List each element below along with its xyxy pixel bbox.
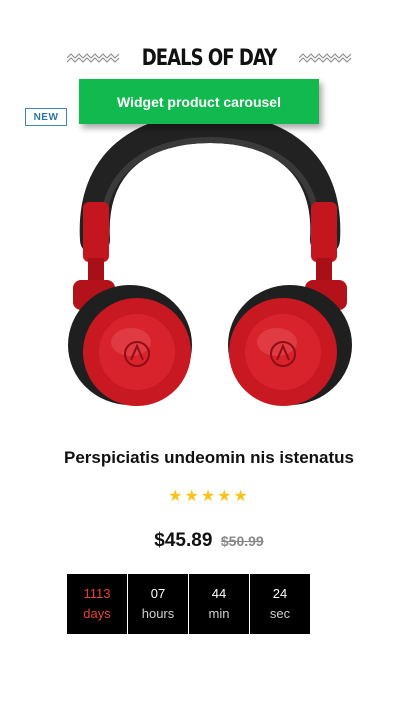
countdown-unit: min: [208, 606, 230, 621]
countdown-unit: hours: [141, 606, 175, 621]
rating-stars: ★★★★★: [168, 488, 250, 505]
section-title: DEALS OF DAY: [141, 45, 277, 71]
countdown-value: 07: [150, 586, 166, 601]
section-header: DEALS OF DAY: [0, 38, 418, 78]
product-image[interactable]: [55, 120, 365, 420]
wave-decoration-icon: [298, 53, 351, 63]
countdown-unit: sec: [269, 606, 291, 621]
countdown-value: 24: [272, 586, 288, 601]
countdown-minutes: 44 min: [189, 574, 249, 634]
countdown-seconds: 24 sec: [250, 574, 310, 634]
old-price: $50.99: [220, 533, 264, 549]
wave-decoration-icon: [67, 53, 120, 63]
countdown-value: 44: [211, 586, 227, 601]
current-price: $45.89: [154, 530, 213, 551]
product-title[interactable]: Perspiciatis undeomin nis istenatus: [0, 448, 418, 468]
countdown-days: 1113 days: [67, 574, 127, 634]
price-block: $45.89 $50.99: [0, 530, 418, 552]
countdown-value: 1113: [83, 586, 111, 601]
countdown-timer: 1113 days 07 hours 44 min 24 sec: [67, 574, 310, 634]
countdown-unit: days: [83, 606, 111, 621]
widget-carousel-button[interactable]: Widget product carousel: [79, 79, 319, 124]
countdown-hours: 07 hours: [128, 574, 188, 634]
